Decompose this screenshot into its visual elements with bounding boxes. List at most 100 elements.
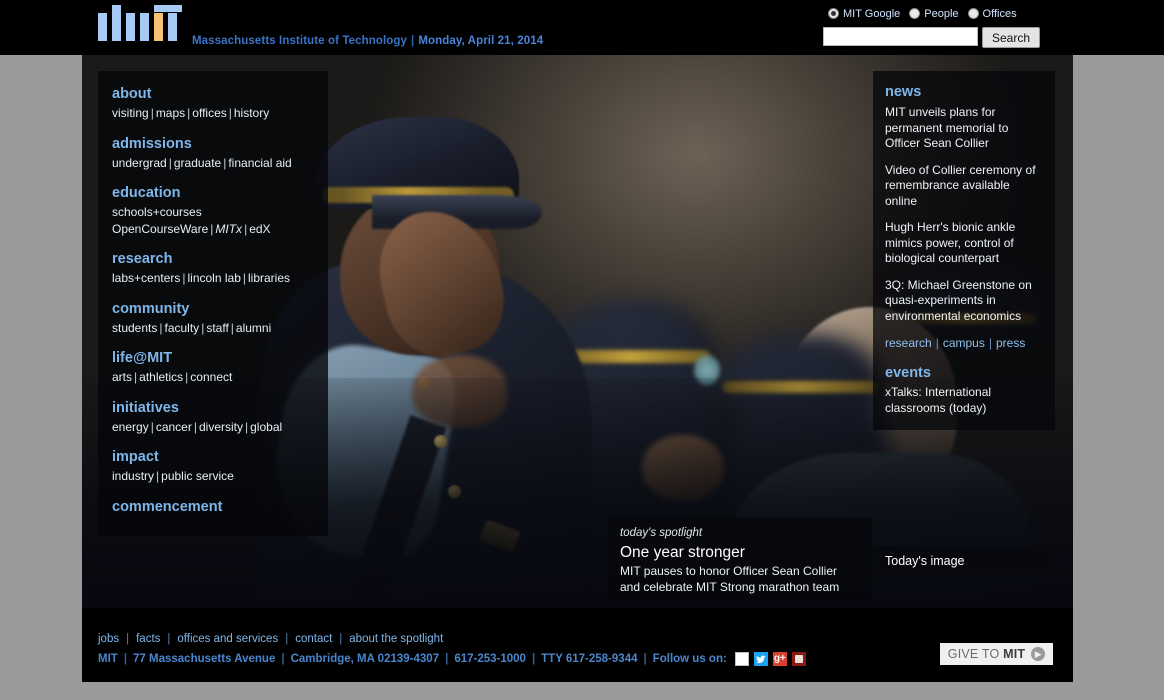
search-area: MIT Google People Offices Search	[820, 4, 1045, 48]
give-to-mit-label: GIVE TO MIT	[948, 647, 1025, 661]
give-label-light: GIVE TO	[947, 647, 1004, 661]
news-categories: research | campus | press	[885, 336, 1026, 350]
search-input[interactable]	[823, 27, 978, 46]
news-item[interactable]: Hugh Herr's bionic ankle mimics power, c…	[885, 220, 1043, 267]
news-category-research[interactable]: research	[885, 336, 932, 350]
nav-links-admissions: undergrad | graduate | financial aid	[112, 155, 292, 170]
youtube-icon[interactable]	[791, 652, 806, 666]
search-scope-people[interactable]: People	[909, 7, 959, 20]
events-heading[interactable]: events	[885, 364, 1043, 382]
event-item[interactable]: xTalks: International classrooms (today)	[885, 385, 1043, 416]
nav-link-lincoln-lab[interactable]: lincoln lab	[188, 271, 241, 285]
search-scope-mit-google[interactable]: MIT Google	[828, 8, 900, 20]
nav-links-impact: industry | public service	[112, 469, 234, 483]
spotlight-description: MIT pauses to honor Officer Sean Collier…	[620, 564, 840, 594]
nav-link-history[interactable]: history	[234, 106, 269, 120]
footer-address-street: 77 Massachusetts Avenue	[133, 653, 276, 665]
nav-links-education-line1: schools+courses	[112, 204, 314, 221]
nav-link-faculty[interactable]: faculty	[165, 321, 200, 335]
nav-link-offices[interactable]: offices	[192, 106, 226, 120]
nav-section-life-at-mit: life@MIT arts | athletics | connect	[98, 349, 328, 386]
nav-section-admissions: admissions undergrad | graduate | financial …	[98, 135, 328, 172]
nav-link-diversity[interactable]: diversity	[199, 420, 243, 434]
nav-links-research: labs+centers | lincoln lab | libraries	[112, 271, 291, 285]
nav-link-undergrad[interactable]: undergrad	[112, 156, 167, 170]
news-rail: news MIT unveils plans for permanent mem…	[873, 71, 1055, 430]
nav-link-visiting[interactable]: visiting	[112, 106, 149, 120]
nav-head-education[interactable]: education	[112, 184, 314, 202]
search-scope-offices[interactable]: Offices	[967, 7, 1017, 20]
current-date: Monday, April 21, 2014	[418, 35, 544, 47]
news-category-campus[interactable]: campus	[943, 336, 985, 350]
nav-link-opencourseware[interactable]: OpenCourseWare	[112, 222, 208, 236]
nav-section-initiatives: initiatives energy | cancer | diversity | glob…	[98, 399, 328, 436]
nav-head-impact[interactable]: impact	[112, 448, 314, 466]
nav-section-impact: impact industry | public service	[98, 448, 328, 485]
news-item[interactable]: MIT unveils plans for permanent memorial…	[885, 105, 1043, 152]
nav-link-global[interactable]: global	[250, 420, 282, 434]
footer-address: MIT | 77 Massachusetts Avenue | Cambridge, M…	[98, 652, 806, 666]
nav-link-maps[interactable]: maps	[156, 106, 185, 120]
nav-links-life-at-mit: arts | athletics | connect	[112, 370, 233, 384]
radio-icon-offices[interactable]	[967, 8, 979, 19]
googleplus-icon[interactable]: g+	[772, 652, 787, 666]
radio-label-people: People	[924, 7, 959, 20]
primary-navigation: about visiting | maps | offices | history admi…	[98, 71, 328, 536]
nav-head-life-at-mit[interactable]: life@MIT	[112, 349, 314, 367]
nav-link-students[interactable]: students	[112, 321, 157, 335]
nav-link-energy[interactable]: energy	[112, 420, 149, 434]
nav-head-admissions[interactable]: admissions	[112, 135, 314, 153]
nav-link-financial-aid[interactable]: financial aid	[228, 156, 291, 170]
footer-links: jobs | facts | offices and services | contact |…	[98, 633, 444, 645]
news-item[interactable]: Video of Collier ceremony of remembrance…	[885, 163, 1043, 210]
nav-head-research[interactable]: research	[112, 250, 314, 268]
footer-link-about-the-spotlight[interactable]: about the spotlight	[349, 633, 443, 645]
nav-head-about[interactable]: about	[112, 85, 314, 103]
footer-link-facts[interactable]: facts	[136, 633, 160, 645]
footer-link-contact[interactable]: contact	[295, 633, 332, 645]
footer-link-offices-and-services[interactable]: offices and services	[177, 633, 278, 645]
footer-link-jobs[interactable]: jobs	[98, 633, 119, 645]
nav-section-education: education schools+courses OpenCourseWare…	[98, 184, 328, 237]
spotlight-caption[interactable]: today's spotlight One year stronger MIT …	[608, 517, 872, 606]
nav-head-commencement[interactable]: commencement	[112, 498, 314, 516]
nav-head-initiatives[interactable]: initiatives	[112, 399, 314, 417]
nav-link-cancer[interactable]: cancer	[156, 420, 192, 434]
nav-links-initiatives: energy | cancer | diversity | global	[112, 419, 283, 434]
tagline-text: Massachusetts Institute of Technology	[192, 35, 407, 47]
nav-link-mitx[interactable]: MITx	[215, 222, 242, 236]
nav-link-connect[interactable]: connect	[190, 370, 232, 384]
nav-head-community[interactable]: community	[112, 300, 314, 318]
nav-link-industry[interactable]: industry	[112, 469, 154, 483]
site-footer: jobs | facts | offices and services | contact |…	[82, 608, 1073, 682]
nav-link-libraries[interactable]: libraries	[248, 271, 290, 285]
news-item[interactable]: 3Q: Michael Greenstone on quasi-experime…	[885, 278, 1043, 325]
search-button[interactable]: Search	[982, 27, 1041, 48]
radio-icon-mit-google[interactable]	[828, 8, 839, 19]
news-heading[interactable]: news	[885, 83, 1043, 101]
nav-link-labs-centers[interactable]: labs+centers	[112, 271, 180, 285]
nav-link-alumni[interactable]: alumni	[236, 321, 271, 335]
tagline-separator: |	[411, 35, 415, 47]
nav-section-about: about visiting | maps | offices | history	[98, 85, 328, 122]
nav-link-athletics[interactable]: athletics	[139, 370, 183, 384]
site-header: Massachusetts Institute of Technology | Mo…	[0, 0, 1164, 55]
mit-logo[interactable]	[98, 5, 182, 41]
nav-link-arts[interactable]: arts	[112, 370, 132, 384]
nav-link-schools-courses[interactable]: schools+courses	[112, 205, 202, 219]
footer-phone: 617-253-1000	[454, 653, 526, 665]
nav-link-public-service[interactable]: public service	[161, 469, 234, 483]
facebook-icon[interactable]	[734, 652, 749, 666]
radio-icon-people[interactable]	[909, 8, 921, 19]
news-category-press[interactable]: press	[996, 336, 1025, 350]
radio-label-offices: Offices	[982, 7, 1017, 20]
nav-link-staff[interactable]: staff	[206, 321, 228, 335]
footer-address-mit: MIT	[98, 653, 118, 665]
give-to-mit-button[interactable]: GIVE TO MIT ▶	[940, 643, 1053, 665]
twitter-icon[interactable]	[753, 652, 768, 666]
todays-image-button[interactable]: Today's image	[873, 546, 1055, 575]
give-label-bold: MIT	[1003, 647, 1026, 661]
nav-link-edx[interactable]: edX	[249, 222, 270, 236]
todays-image-label: Today's image	[885, 553, 965, 568]
nav-link-graduate[interactable]: graduate	[174, 156, 221, 170]
